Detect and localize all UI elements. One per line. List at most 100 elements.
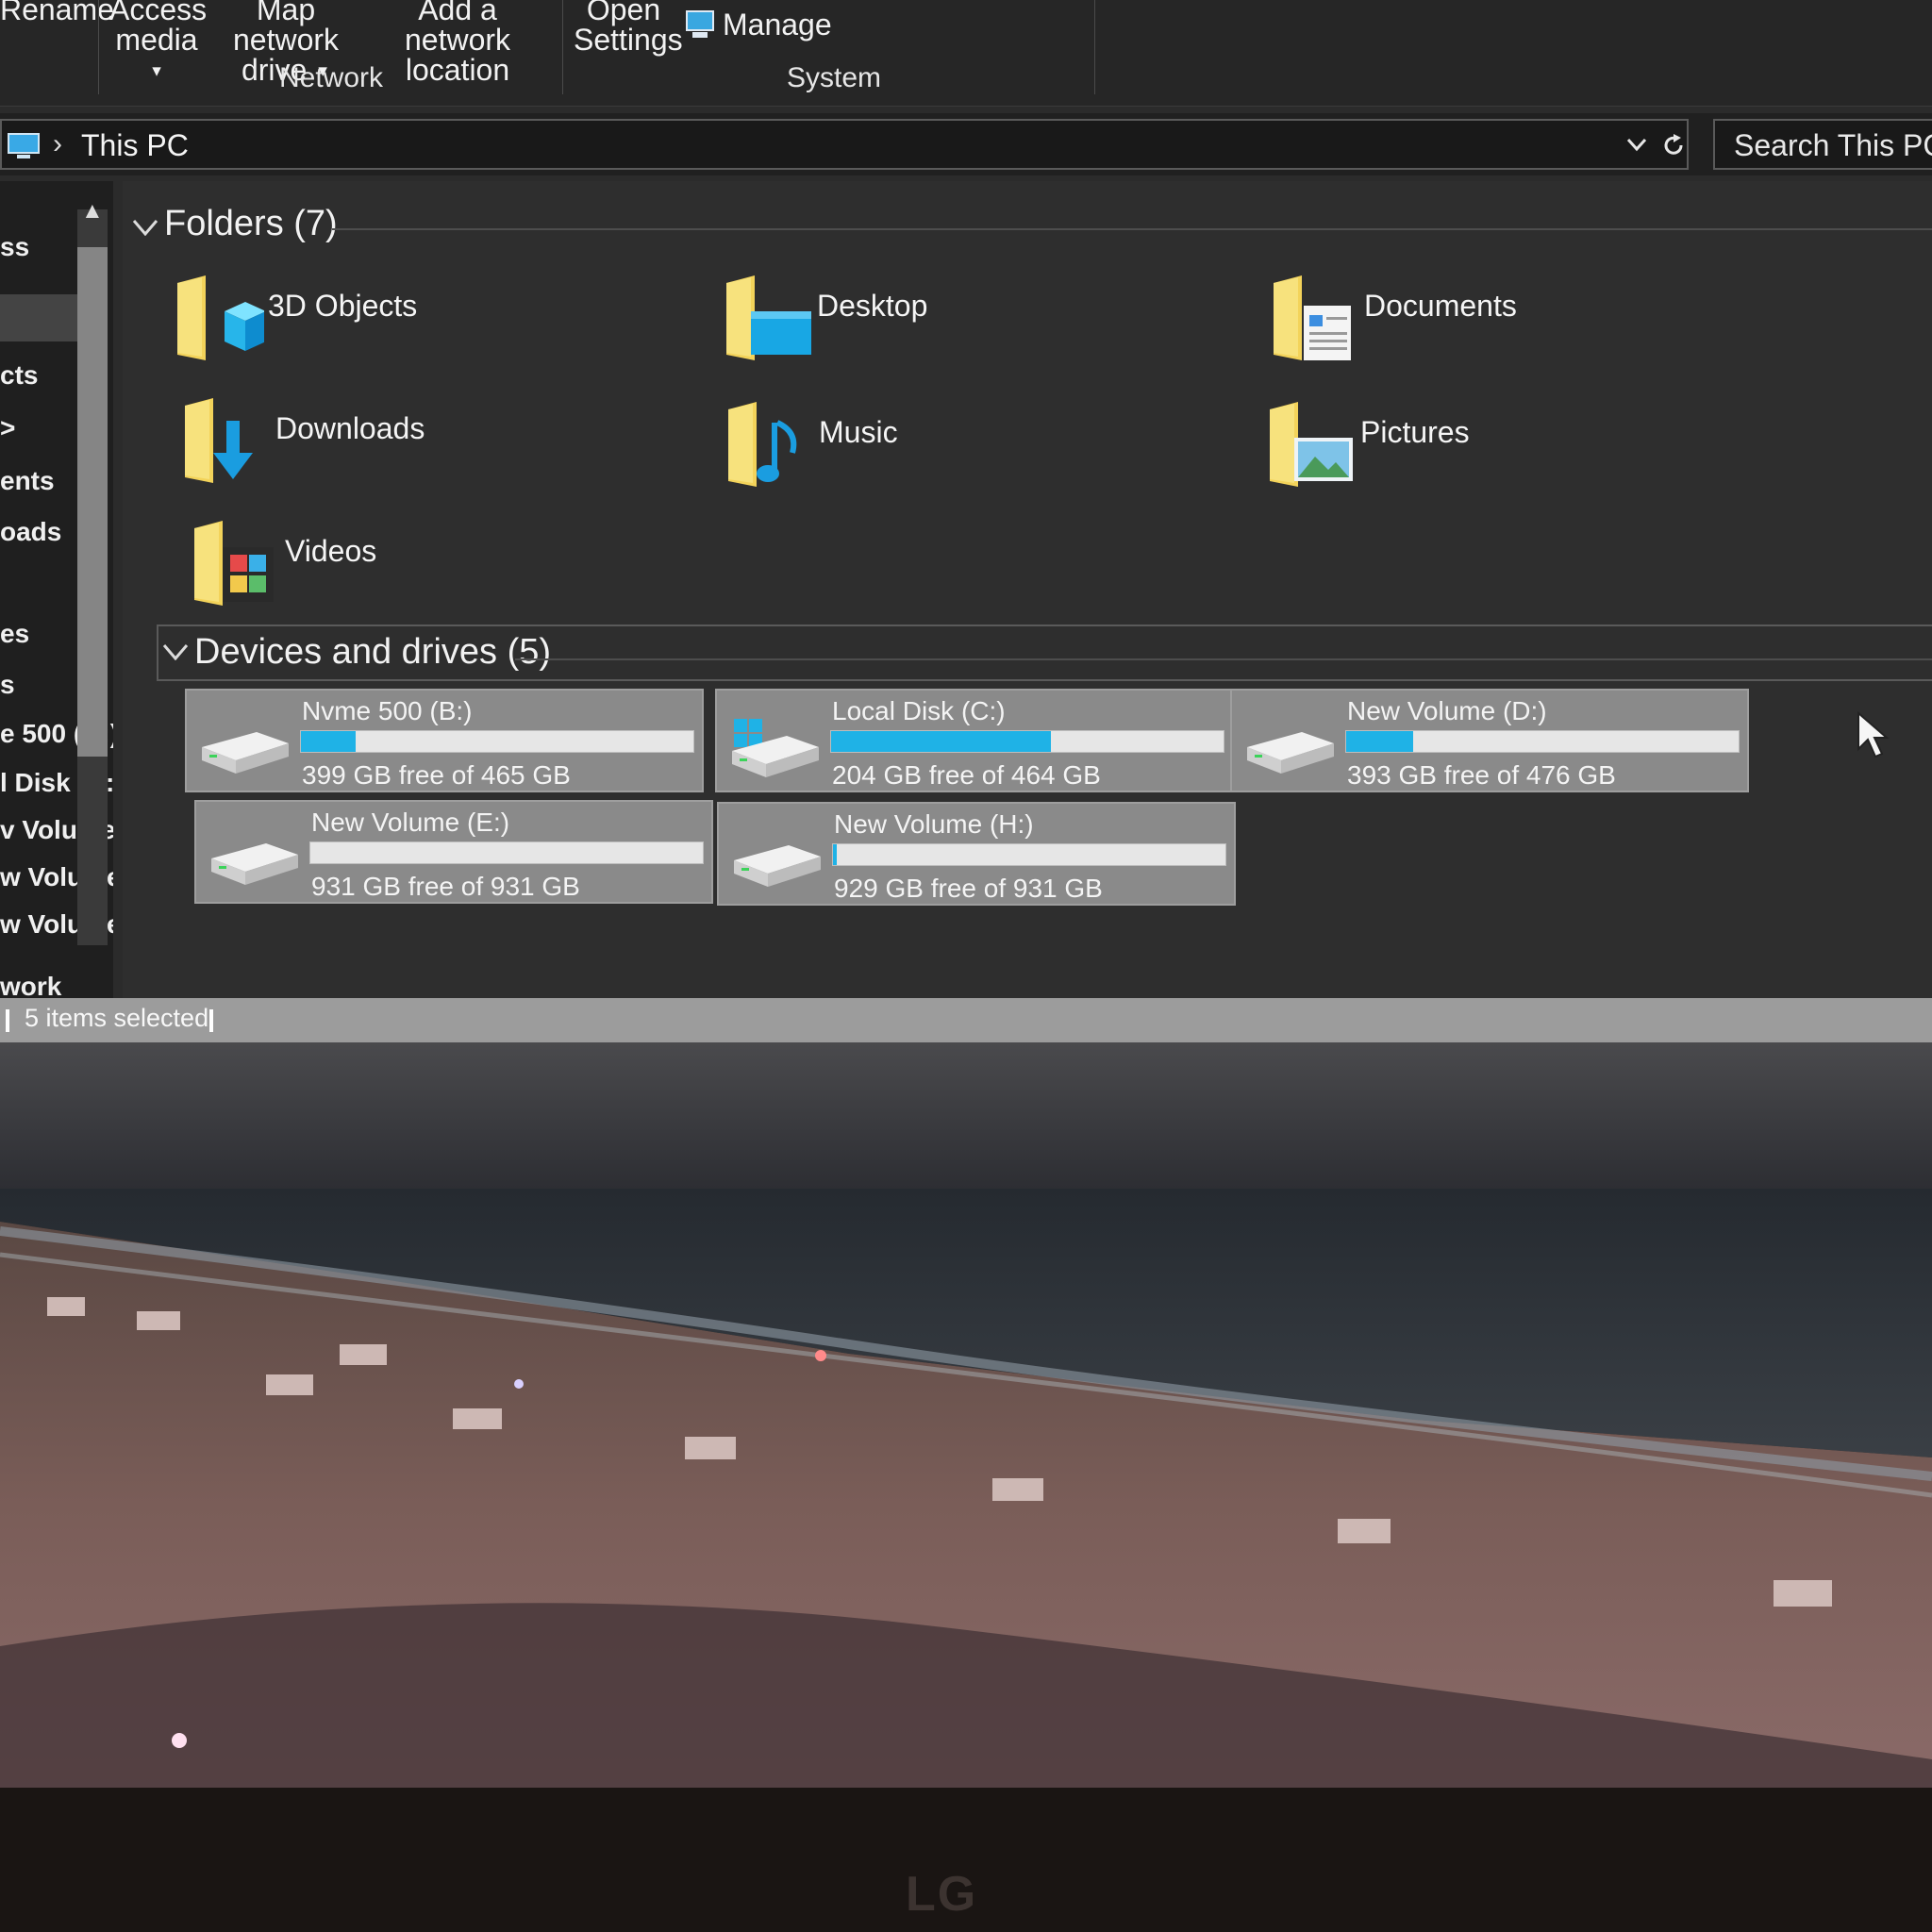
- drive-name: Nvme 500 (B:): [302, 696, 473, 725]
- folder-3d-objects[interactable]: 3D Objects: [174, 270, 570, 374]
- nav-item[interactable]: oads: [0, 517, 61, 547]
- group-divider: [515, 658, 1932, 660]
- drive-usage-bar: [309, 841, 704, 864]
- chevron-down-icon[interactable]: [132, 219, 158, 236]
- folder-pictures[interactable]: Pictures: [1266, 396, 1662, 500]
- content-pane: Folders (7) 3D Objects Desktop Documents…: [123, 181, 1932, 998]
- drive-name: New Volume (H:): [834, 809, 1034, 839]
- nav-scrollbar-thumb[interactable]: [77, 247, 108, 757]
- 3d-objects-folder-icon: [177, 275, 264, 360]
- drive-usage-bar: [1345, 730, 1740, 753]
- drive-usage-fill: [831, 731, 1051, 752]
- drive-free-space: 393 GB free of 476 GB: [1347, 760, 1616, 790]
- status-separator: [209, 1009, 213, 1032]
- selection-status: 5 items selected: [25, 1004, 209, 1032]
- desktop-wallpaper: [0, 1042, 1932, 1788]
- drive-usage-fill: [833, 844, 838, 865]
- drive-free-space: 399 GB free of 465 GB: [302, 760, 571, 790]
- group-divider: [332, 228, 1932, 230]
- status-bar: 5 items selected: [0, 998, 1932, 1042]
- drive-usage-fill: [301, 731, 357, 752]
- chevron-down-icon[interactable]: [162, 643, 189, 660]
- folder-music[interactable]: Music: [724, 396, 1121, 500]
- status-separator: [6, 1009, 9, 1032]
- drive-tile[interactable]: New Volume (D:) 393 GB free of 476 GB: [1230, 689, 1749, 792]
- hard-drive-icon: [1247, 732, 1334, 774]
- folder-videos[interactable]: Videos: [191, 515, 587, 619]
- address-row: › This PC Search This PC: [0, 113, 1932, 175]
- ribbon-separator: [562, 0, 563, 94]
- hard-drive-icon: [211, 843, 298, 885]
- drive-tile[interactable]: New Volume (E:) 931 GB free of 931 GB: [194, 800, 713, 904]
- drive-name: New Volume (D:): [1347, 696, 1547, 725]
- this-pc-icon: [8, 133, 40, 158]
- folder-label: Music: [819, 415, 898, 449]
- nav-item[interactable]: s: [0, 670, 15, 700]
- nav-item[interactable]: cts: [0, 360, 38, 391]
- scroll-up-icon[interactable]: ▲: [81, 198, 104, 225]
- drive-tile[interactable]: New Volume (H:) 929 GB free of 931 GB: [717, 802, 1236, 906]
- hard-drive-icon: [734, 845, 821, 887]
- documents-folder-icon: [1274, 275, 1351, 360]
- folder-desktop[interactable]: Desktop: [723, 270, 1119, 374]
- manage-button[interactable]: Manage: [723, 9, 832, 40]
- nav-item[interactable]: ents: [0, 466, 55, 496]
- folder-label: Downloads: [275, 411, 425, 445]
- nav-item[interactable]: >: [0, 413, 15, 443]
- drive-free-space: 929 GB free of 931 GB: [834, 874, 1103, 903]
- add-network-location-button[interactable]: Add a network location: [368, 0, 547, 85]
- navigation-pane: ss cts > ents oads es s e 500 (B:) l Dis…: [0, 181, 113, 998]
- folder-label: Pictures: [1360, 415, 1470, 449]
- drives-group-header[interactable]: Devices and drives (5): [194, 632, 551, 673]
- access-media-button[interactable]: Access media ▼: [109, 0, 208, 88]
- folder-label: 3D Objects: [268, 289, 418, 323]
- drive-usage-bar: [832, 843, 1226, 866]
- open-settings-button[interactable]: Open Settings: [574, 0, 683, 55]
- file-explorer-window: Rename Access media ▼ Map network drive …: [0, 0, 1932, 1042]
- drive-free-space: 204 GB free of 464 GB: [832, 760, 1101, 790]
- ribbon-group-network: Network: [279, 62, 384, 93]
- hard-drive-icon: [202, 732, 289, 774]
- chevron-down-icon[interactable]: [1624, 132, 1649, 157]
- chevron-down-icon: ▼: [149, 63, 164, 80]
- drive-usage-bar: [830, 730, 1224, 753]
- drive-usage-fill: [1346, 731, 1413, 752]
- folder-downloads[interactable]: Downloads: [181, 392, 577, 496]
- ribbon-separator: [1094, 0, 1095, 94]
- music-folder-icon: [728, 402, 797, 487]
- drive-name: Local Disk (C:): [832, 696, 1006, 725]
- nav-scrollbar[interactable]: [77, 209, 108, 945]
- breadcrumb-this-pc[interactable]: This PC: [81, 128, 189, 163]
- nav-item-network[interactable]: work: [0, 972, 61, 998]
- drive-usage-bar: [300, 730, 694, 753]
- pictures-folder-icon: [1270, 402, 1353, 487]
- desktop-folder-icon: [726, 275, 811, 360]
- monitor-brand-logo: LG: [906, 1867, 978, 1922]
- drive-name: New Volume (E:): [311, 808, 510, 837]
- downloads-folder-icon: [185, 398, 253, 483]
- ribbon-separator: [98, 0, 99, 94]
- ribbon: Rename Access media ▼ Map network drive …: [0, 0, 1932, 107]
- rename-button[interactable]: Rename: [0, 0, 114, 25]
- nav-item[interactable]: es: [0, 619, 29, 649]
- drive-tile[interactable]: Local Disk (C:) 204 GB free of 464 GB: [715, 689, 1234, 792]
- nav-item[interactable]: ss: [0, 232, 29, 262]
- folder-documents[interactable]: Documents: [1270, 270, 1666, 374]
- folders-group-header[interactable]: Folders (7): [164, 204, 338, 244]
- drive-free-space: 931 GB free of 931 GB: [311, 872, 580, 901]
- nav-selection-highlight: [0, 294, 83, 341]
- manage-computer-icon[interactable]: [685, 9, 715, 40]
- search-input[interactable]: Search This PC: [1713, 119, 1932, 170]
- search-placeholder: Search This PC: [1734, 128, 1932, 162]
- refresh-icon[interactable]: [1660, 132, 1687, 158]
- videos-folder-icon: [194, 521, 274, 606]
- windows-drive-icon: [732, 719, 819, 777]
- access-media-label: Access media: [109, 0, 208, 57]
- drive-tile[interactable]: Nvme 500 (B:) 399 GB free of 465 GB: [185, 689, 704, 792]
- breadcrumb-chevron-icon[interactable]: ›: [53, 128, 62, 160]
- folder-label: Documents: [1364, 289, 1517, 323]
- folder-label: Desktop: [817, 289, 928, 323]
- ribbon-group-system: System: [787, 62, 882, 93]
- address-bar[interactable]: › This PC: [0, 119, 1689, 170]
- mouse-cursor-icon: [1857, 711, 1890, 758]
